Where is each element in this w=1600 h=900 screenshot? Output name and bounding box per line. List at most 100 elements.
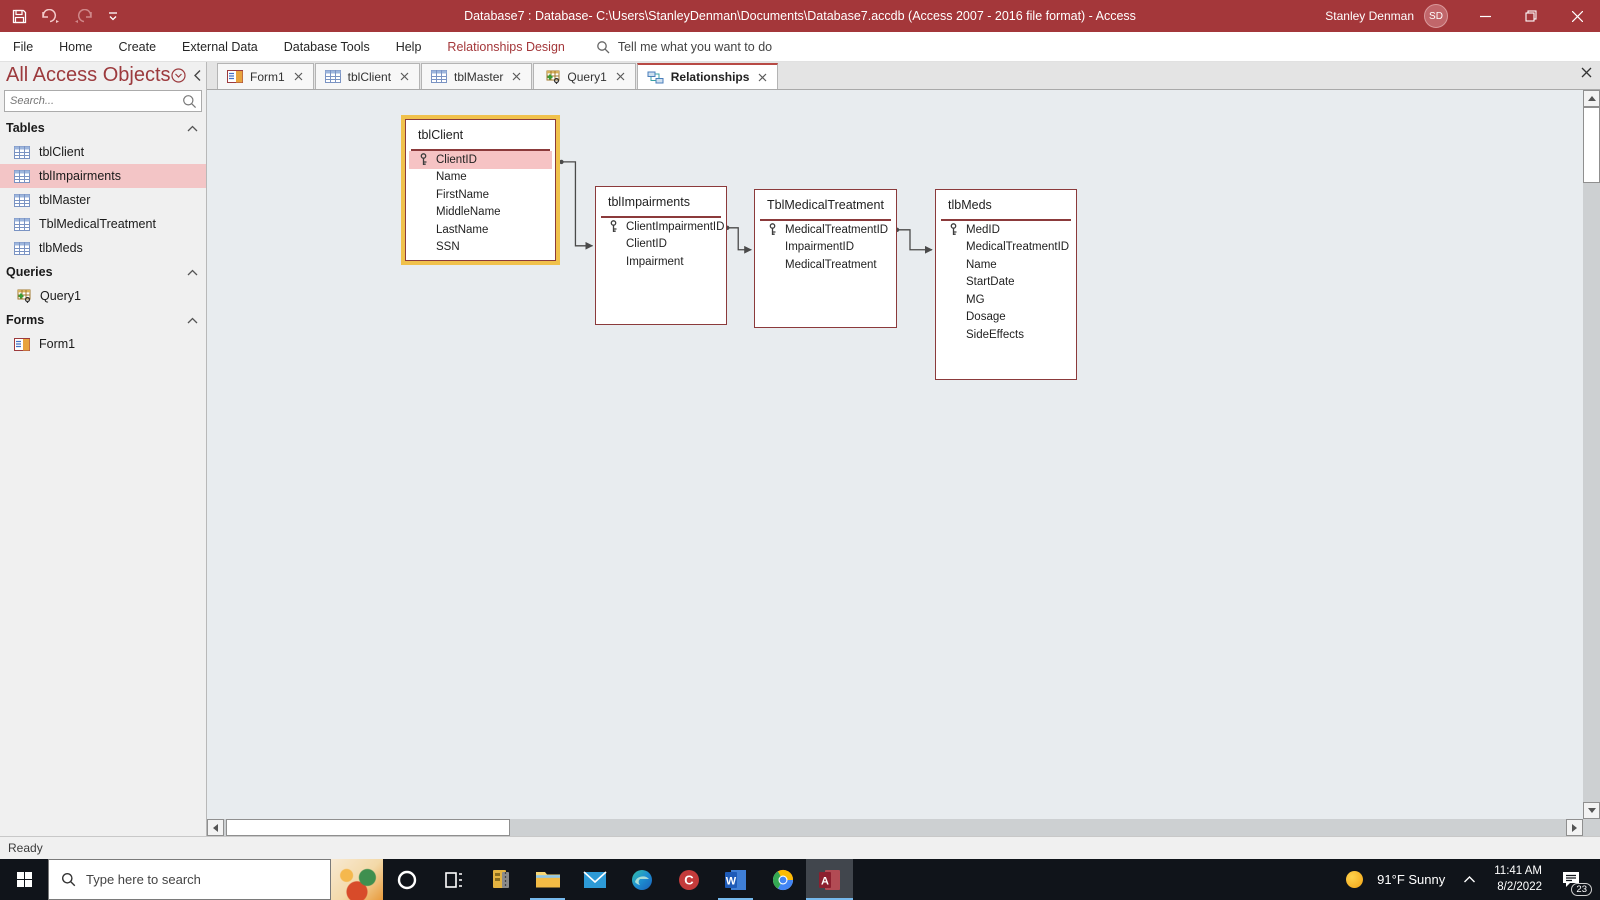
tab-create[interactable]: Create bbox=[106, 32, 170, 62]
field-row-medid[interactable]: MedID bbox=[936, 221, 1076, 239]
sidebar-item-tblmaster[interactable]: tblMaster bbox=[0, 188, 206, 212]
doc-tab-query1[interactable]: Query1 bbox=[533, 63, 636, 89]
nav-pane-title[interactable]: All Access Objects bbox=[6, 64, 171, 87]
nav-group-header-forms[interactable]: Forms bbox=[0, 308, 206, 332]
horizontal-scrollbar[interactable] bbox=[207, 819, 1583, 836]
field-row-dosage[interactable]: Dosage bbox=[936, 309, 1076, 327]
word-icon[interactable]: W bbox=[712, 859, 759, 900]
table-card-tblmedicaltreatment[interactable]: TblMedicalTreatment MedicalTreatmentID Imp… bbox=[754, 189, 897, 328]
nav-group-header-queries[interactable]: Queries bbox=[0, 260, 206, 284]
field-row-medicaltreatmentid[interactable]: MedicalTreatmentID bbox=[755, 221, 896, 239]
chevron-up-icon[interactable] bbox=[187, 125, 198, 132]
doc-tab-form1[interactable]: Form1 bbox=[217, 63, 314, 89]
nav-search-input[interactable] bbox=[5, 95, 182, 107]
table-card-title[interactable]: tlbMeds bbox=[936, 190, 1076, 219]
sidebar-item-tblimpairments[interactable]: tblImpairments bbox=[0, 164, 206, 188]
save-icon[interactable] bbox=[8, 3, 31, 29]
table-card-tblclient[interactable]: tblClient ClientID Name FirstName MiddleName… bbox=[405, 119, 556, 261]
nav-search-box[interactable] bbox=[4, 90, 202, 112]
tray-chevron-up-icon[interactable] bbox=[1463, 875, 1476, 884]
field-row-middlename[interactable]: MiddleName bbox=[406, 204, 555, 222]
chevron-up-icon[interactable] bbox=[187, 317, 198, 324]
sidebar-item-form1[interactable]: Form1 bbox=[0, 332, 206, 356]
horizontal-scroll-thumb[interactable] bbox=[226, 819, 510, 836]
task-view-icon[interactable] bbox=[430, 859, 477, 900]
notification-center-icon[interactable]: 23 bbox=[1556, 870, 1592, 896]
field-row-lastname[interactable]: LastName bbox=[406, 221, 555, 239]
tab-external-data[interactable]: External Data bbox=[169, 32, 271, 62]
relationships-canvas[interactable]: tblClient ClientID Name FirstName MiddleName… bbox=[207, 89, 1600, 836]
start-button[interactable] bbox=[0, 859, 48, 900]
scroll-right-button[interactable] bbox=[1566, 819, 1583, 836]
chrome-icon[interactable] bbox=[759, 859, 806, 900]
file-explorer-icon[interactable] bbox=[524, 859, 571, 900]
search-icon[interactable] bbox=[182, 94, 201, 109]
tab-close-icon[interactable] bbox=[756, 72, 769, 83]
scroll-down-button[interactable] bbox=[1583, 802, 1600, 819]
tab-home[interactable]: Home bbox=[46, 32, 105, 62]
field-row-clientid[interactable]: ClientID bbox=[409, 151, 552, 169]
table-card-title[interactable]: TblMedicalTreatment bbox=[755, 190, 896, 219]
field-row-mg[interactable]: MG bbox=[936, 291, 1076, 309]
table-card-tblimpairments[interactable]: tblImpairments ClientImpairmentID ClientID… bbox=[595, 186, 727, 325]
nav-menu-icon[interactable] bbox=[171, 68, 186, 83]
field-row-startdate[interactable]: StartDate bbox=[936, 274, 1076, 292]
chevron-up-icon[interactable] bbox=[187, 269, 198, 276]
field-row-name[interactable]: Name bbox=[406, 169, 555, 187]
field-row-medicaltreatmentid[interactable]: MedicalTreatmentID bbox=[936, 239, 1076, 257]
field-row-firstname[interactable]: FirstName bbox=[406, 186, 555, 204]
scroll-left-button[interactable] bbox=[207, 819, 224, 836]
sidebar-item-tblclient[interactable]: tblClient bbox=[0, 140, 206, 164]
close-document-button[interactable] bbox=[1581, 67, 1592, 78]
field-row-clientid[interactable]: ClientID bbox=[596, 236, 726, 254]
access-icon[interactable]: A bbox=[806, 859, 853, 900]
weather-text[interactable]: 91°F Sunny bbox=[1377, 872, 1445, 887]
table-card-title[interactable]: tblClient bbox=[406, 120, 555, 149]
redo-button[interactable] bbox=[69, 3, 99, 29]
doc-tab-tblclient[interactable]: tblClient bbox=[314, 63, 421, 89]
edge-icon[interactable] bbox=[618, 859, 665, 900]
undo-button[interactable] bbox=[35, 3, 65, 29]
field-row-clientimpairmentid[interactable]: ClientImpairmentID bbox=[596, 218, 726, 236]
sidebar-item-tlbmeds[interactable]: tlbMeds bbox=[0, 236, 206, 260]
field-row-impairmentid[interactable]: ImpairmentID bbox=[755, 239, 896, 257]
tell-me-box[interactable]: Tell me what you want to do bbox=[596, 40, 772, 54]
doc-tab-tblmaster[interactable]: tblMaster bbox=[421, 63, 533, 89]
tab-help[interactable]: Help bbox=[383, 32, 435, 62]
nav-group-header-tables[interactable]: Tables bbox=[0, 116, 206, 140]
field-row-medicaltreatment[interactable]: MedicalTreatment bbox=[755, 256, 896, 274]
widgets-icon[interactable] bbox=[331, 859, 383, 900]
user-name[interactable]: Stanley Denman bbox=[1325, 9, 1414, 23]
taskbar-search[interactable]: Type here to search bbox=[48, 859, 331, 900]
minimize-button[interactable] bbox=[1462, 0, 1508, 32]
scroll-up-button[interactable] bbox=[1583, 90, 1600, 107]
field-row-impairment[interactable]: Impairment bbox=[596, 253, 726, 271]
cortana-icon[interactable] bbox=[383, 859, 430, 900]
sidebar-item-tblmedicaltreatment[interactable]: TblMedicalTreatment bbox=[0, 212, 206, 236]
close-button[interactable] bbox=[1554, 0, 1600, 32]
doc-tab-relationships[interactable]: Relationships bbox=[636, 63, 779, 89]
tab-file[interactable]: File bbox=[0, 32, 46, 62]
sidebar-item-query1[interactable]: Query1 bbox=[0, 284, 206, 308]
tab-close-icon[interactable] bbox=[614, 71, 627, 82]
ccleaner-icon[interactable]: C bbox=[665, 859, 712, 900]
mail-icon[interactable] bbox=[571, 859, 618, 900]
table-card-title[interactable]: tblImpairments bbox=[596, 187, 726, 216]
taskbar-clock[interactable]: 11:41 AM 8/2/2022 bbox=[1494, 864, 1542, 895]
restore-button[interactable] bbox=[1508, 0, 1554, 32]
shutter-close-icon[interactable] bbox=[193, 69, 202, 82]
tab-database-tools[interactable]: Database Tools bbox=[271, 32, 383, 62]
field-row-ssn[interactable]: SSN bbox=[406, 239, 555, 257]
vertical-scrollbar[interactable] bbox=[1583, 90, 1600, 819]
field-row-name[interactable]: Name bbox=[936, 256, 1076, 274]
weather-sun-icon[interactable] bbox=[1346, 871, 1364, 888]
tab-relationships-design[interactable]: Relationships Design bbox=[434, 32, 577, 62]
vertical-scroll-thumb[interactable] bbox=[1583, 107, 1600, 183]
customize-qat-icon[interactable] bbox=[103, 3, 123, 29]
tab-close-icon[interactable] bbox=[510, 71, 523, 82]
table-card-tlbmeds[interactable]: tlbMeds MedID MedicalTreatmentID Name StartD… bbox=[935, 189, 1077, 380]
field-row-sideeffects[interactable]: SideEffects bbox=[936, 326, 1076, 344]
tab-close-icon[interactable] bbox=[292, 71, 305, 82]
avatar[interactable]: SD bbox=[1424, 4, 1448, 28]
zip-icon[interactable] bbox=[477, 859, 524, 900]
